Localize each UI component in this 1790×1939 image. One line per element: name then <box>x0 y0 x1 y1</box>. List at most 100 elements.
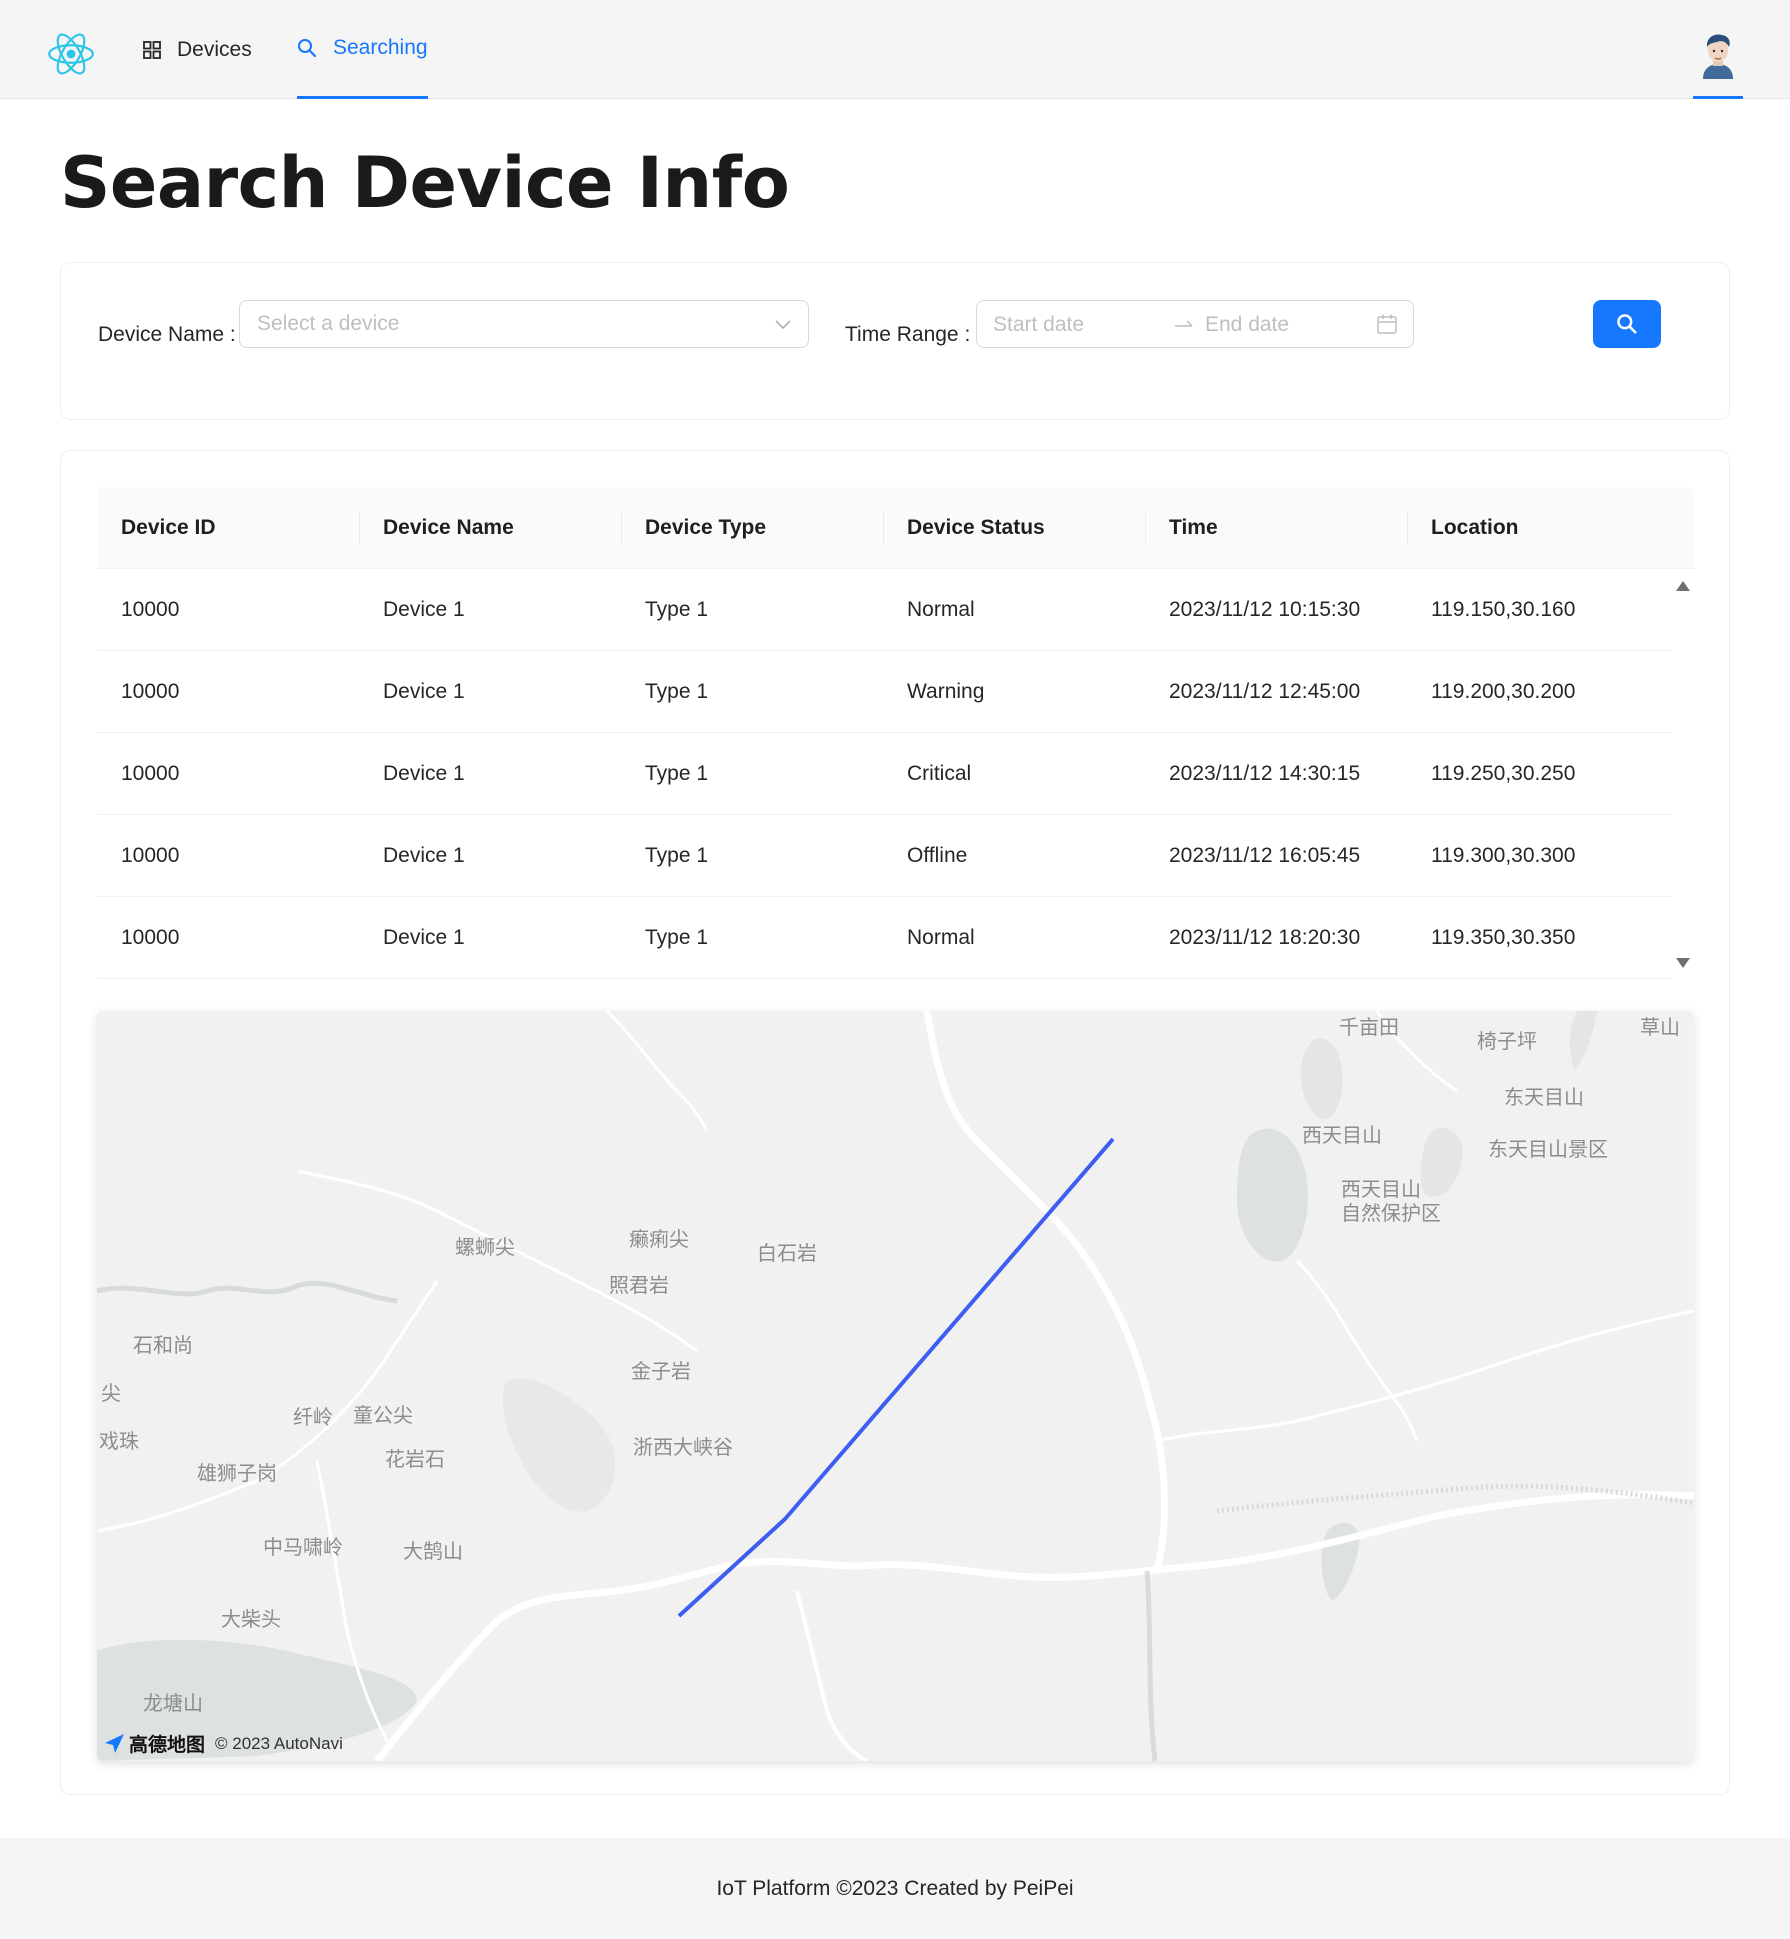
amap-logo-icon <box>105 1733 124 1753</box>
column-divider <box>1145 512 1146 544</box>
calendar-icon <box>1376 313 1398 341</box>
table-row[interactable]: 10000 Device 1 Type 1 Offline 2023/11/12… <box>97 815 1672 897</box>
cell-device-id: 10000 <box>121 844 180 867</box>
top-navbar: Devices Searching <box>0 0 1790 99</box>
cell-location: 119.300,30.300 <box>1431 844 1576 867</box>
cell-device-status: Normal <box>907 598 975 621</box>
map-label: 纤岭 <box>293 1405 333 1429</box>
device-name-label: Device Name : <box>98 323 236 346</box>
nav-item-label: Searching <box>333 36 428 59</box>
footer-text: IoT Platform ©2023 Created by PeiPei <box>716 1876 1074 1900</box>
table-row[interactable]: 10000 Device 1 Type 1 Warning 2023/11/12… <box>97 651 1672 733</box>
map-label: 自然保护区 <box>1341 1201 1441 1225</box>
search-icon <box>1617 314 1637 334</box>
map-copyright: © 2023 AutoNavi <box>215 1733 343 1753</box>
cell-device-name: Device 1 <box>383 844 465 867</box>
cell-time: 2023/11/12 16:05:45 <box>1169 844 1361 867</box>
column-divider <box>621 512 622 544</box>
scrollbar-down-arrow[interactable] <box>1676 958 1690 968</box>
column-header-device-type[interactable]: Device Type <box>645 487 766 569</box>
cell-time: 2023/11/12 10:15:30 <box>1169 598 1361 621</box>
cell-device-name: Device 1 <box>383 926 465 949</box>
cell-location: 119.350,30.350 <box>1431 926 1576 949</box>
end-date-input[interactable]: End date <box>1205 313 1289 337</box>
react-logo-icon[interactable] <box>44 30 98 78</box>
map-label: 西天目山 <box>1302 1123 1382 1147</box>
map-label: 浙西大峡谷 <box>633 1435 733 1459</box>
search-icon <box>297 38 317 58</box>
map-label: 石和尚 <box>133 1333 193 1357</box>
map-label: 东天目山 <box>1504 1085 1584 1109</box>
map-label: 东天目山景区 <box>1488 1137 1608 1161</box>
column-header-time[interactable]: Time <box>1169 487 1218 569</box>
column-divider <box>883 512 884 544</box>
map-label: 金子岩 <box>631 1359 691 1383</box>
cell-device-status: Offline <box>907 844 968 867</box>
map-label: 中马啸岭 <box>263 1535 343 1559</box>
nav-item-searching[interactable]: Searching <box>297 0 428 99</box>
device-route-map[interactable]: 千亩田 椅子坪 草山 东天目山 西天目山 东天目山景区 西天目山 自然保护区 螺… <box>97 1011 1694 1761</box>
nav-item-label: Devices <box>177 37 252 61</box>
map-label: 花岩石 <box>385 1447 445 1471</box>
results-card: Device ID Device Name Device Type Device… <box>60 450 1730 1795</box>
avatar[interactable] <box>1697 32 1739 80</box>
map-label: 龙塘山 <box>143 1691 203 1715</box>
map-label: 照君岩 <box>609 1273 669 1297</box>
cell-device-id: 10000 <box>121 598 180 621</box>
map-label: 癞痢尖 <box>629 1227 689 1251</box>
time-range-label: Time Range : <box>845 323 971 346</box>
map-label: 大柴头 <box>221 1607 281 1631</box>
time-range-picker[interactable]: Start date End date <box>976 300 1414 348</box>
table-row[interactable]: 10000 Device 1 Type 1 Normal 2023/11/12 … <box>97 897 1672 979</box>
cell-device-type: Type 1 <box>645 926 709 949</box>
map-label: 戏珠 <box>99 1429 139 1453</box>
column-header-device-status[interactable]: Device Status <box>907 487 1045 569</box>
map-label: 椅子坪 <box>1477 1029 1537 1053</box>
column-header-device-id[interactable]: Device ID <box>121 487 216 569</box>
map-attribution[interactable]: 高德地图 © 2023 AutoNavi <box>103 1730 343 1757</box>
page-title: Search Device Info <box>60 142 790 224</box>
map-label: 雄狮子岗 <box>197 1461 277 1485</box>
map-label: 千亩田 <box>1339 1015 1399 1039</box>
column-divider <box>359 512 360 544</box>
table-body[interactable]: 10000 Device 1 Type 1 Normal 2023/11/12 … <box>97 569 1672 979</box>
scrollbar-up-arrow[interactable] <box>1676 581 1690 591</box>
cell-device-name: Device 1 <box>383 598 465 621</box>
device-select-placeholder: Select a device <box>257 312 400 335</box>
device-select[interactable]: Select a device <box>239 300 809 348</box>
cell-device-status: Warning <box>907 680 985 703</box>
cell-device-status: Normal <box>907 926 975 949</box>
table-row[interactable]: 10000 Device 1 Type 1 Critical 2023/11/1… <box>97 733 1672 815</box>
cell-time: 2023/11/12 14:30:15 <box>1169 762 1361 785</box>
column-divider <box>1407 512 1408 544</box>
table-row[interactable]: 10000 Device 1 Type 1 Normal 2023/11/12 … <box>97 569 1672 651</box>
column-header-device-name[interactable]: Device Name <box>383 487 514 569</box>
map-label: 尖 <box>101 1381 121 1405</box>
map-brand: 高德地图 <box>129 1735 206 1756</box>
cell-device-name: Device 1 <box>383 680 465 703</box>
start-date-input[interactable]: Start date <box>993 313 1084 337</box>
cell-device-type: Type 1 <box>645 762 709 785</box>
cell-device-name: Device 1 <box>383 762 465 785</box>
nav-item-devices[interactable]: Devices <box>143 0 252 99</box>
search-button[interactable] <box>1593 300 1661 348</box>
cell-time: 2023/11/12 12:45:00 <box>1169 680 1361 703</box>
user-avatar-menu[interactable] <box>1693 0 1743 99</box>
arrow-right-icon <box>1173 313 1195 341</box>
map-label: 白石岩 <box>757 1241 817 1265</box>
map-label: 童公尖 <box>353 1403 413 1427</box>
table-header: Device ID Device Name Device Type Device… <box>97 487 1694 569</box>
cell-device-type: Type 1 <box>645 844 709 867</box>
cell-device-status: Critical <box>907 762 972 785</box>
page-footer: IoT Platform ©2023 Created by PeiPei <box>0 1838 1790 1939</box>
cell-time: 2023/11/12 18:20:30 <box>1169 926 1361 949</box>
grid-icon <box>143 40 161 59</box>
cell-device-type: Type 1 <box>645 680 709 703</box>
cell-device-id: 10000 <box>121 680 180 703</box>
map-terrain <box>97 1011 1694 1761</box>
cell-location: 119.250,30.250 <box>1431 762 1576 785</box>
column-header-location[interactable]: Location <box>1431 487 1519 569</box>
cell-location: 119.200,30.200 <box>1431 680 1576 703</box>
cell-device-id: 10000 <box>121 762 180 785</box>
cell-device-type: Type 1 <box>645 598 709 621</box>
